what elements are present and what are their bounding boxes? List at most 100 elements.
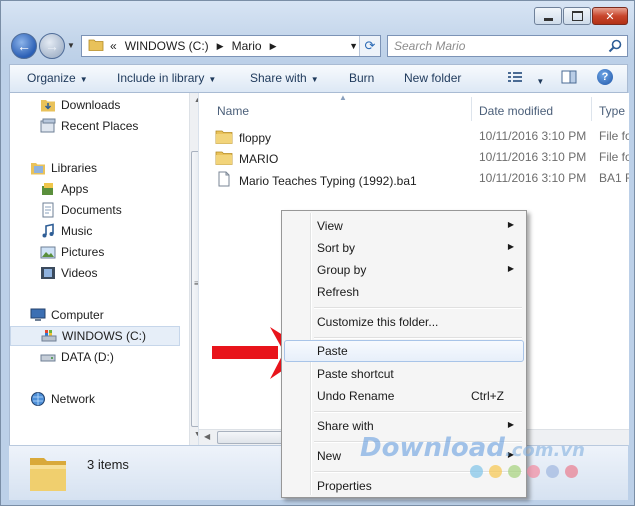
menu-item-refresh[interactable]: Refresh <box>284 281 524 303</box>
breadcrumb-folder[interactable]: Mario <box>232 39 262 53</box>
network-icon <box>30 391 46 407</box>
nav-item-videos[interactable]: Videos <box>40 263 97 283</box>
menu-item-customize[interactable]: Customize this folder... <box>284 311 524 333</box>
downloads-folder-icon <box>40 97 56 113</box>
search-icon[interactable] <box>608 39 622 56</box>
details-view-icon <box>507 72 526 87</box>
item-count: 3 items <box>87 457 129 472</box>
nav-item-documents[interactable]: Documents <box>40 200 122 220</box>
watermark-dots <box>470 465 578 478</box>
search-input[interactable]: Search Mario <box>387 35 628 57</box>
menu-item-label: Sort by <box>317 241 356 255</box>
nav-item-recent-places[interactable]: Recent Places <box>40 116 138 136</box>
column-header-date-modified[interactable]: Date modified <box>479 99 594 123</box>
back-button[interactable]: ← <box>11 33 37 59</box>
menu-separator <box>314 411 522 413</box>
file-type: File fo <box>599 129 629 143</box>
column-divider[interactable] <box>471 97 472 121</box>
file-row[interactable]: floppy 10/11/2016 3:10 PM File fo <box>199 126 629 147</box>
file-type: File fo <box>599 150 629 164</box>
menu-item-paste-shortcut[interactable]: Paste shortcut <box>284 363 524 385</box>
address-bar[interactable]: « WINDOWS (C:) ▶ Mario ▶ ▼ ⟳ <box>81 35 381 57</box>
menu-item-group-by[interactable]: Group by ▶ <box>284 259 524 281</box>
watermark-text: Download <box>360 433 505 463</box>
maximize-button[interactable] <box>563 7 591 25</box>
breadcrumb-drive[interactable]: WINDOWS (C:) <box>125 39 209 53</box>
share-with-label: Share with <box>250 71 307 85</box>
breadcrumb-chevron-icon[interactable]: ▶ <box>270 41 277 52</box>
nav-item-pictures[interactable]: Pictures <box>40 242 104 262</box>
column-divider[interactable] <box>591 97 592 121</box>
recent-pages-dropdown-icon[interactable]: ▼ <box>67 41 75 50</box>
close-button[interactable]: ✕ <box>592 7 628 25</box>
dropdown-arrow-icon: ▼ <box>536 77 545 86</box>
include-in-library-menu[interactable]: Include in library ▼ <box>117 71 216 85</box>
organize-label: Organize <box>27 71 76 85</box>
nav-item-network[interactable]: Network <box>30 389 95 409</box>
nav-item-label: WINDOWS (C:) <box>62 329 146 343</box>
new-folder-button[interactable]: New folder <box>404 71 461 85</box>
nav-item-apps[interactable]: Apps <box>40 179 88 199</box>
view-options-button[interactable]: ▼ <box>507 70 544 87</box>
maximize-icon <box>571 11 583 21</box>
menu-item-paste[interactable]: Paste <box>284 340 524 362</box>
minimize-button[interactable] <box>534 7 562 25</box>
forward-arrow-icon: → <box>45 38 59 54</box>
close-icon: ✕ <box>605 10 615 23</box>
forward-button[interactable]: → <box>39 33 65 59</box>
nav-item-label: Apps <box>61 182 89 196</box>
minimize-icon <box>543 17 553 21</box>
breadcrumb-chevron-icon[interactable]: ▶ <box>217 41 224 52</box>
file-row[interactable]: Mario Teaches Typing (1992).ba1 10/11/20… <box>199 168 629 189</box>
nav-item-computer[interactable]: Computer <box>30 305 104 325</box>
pictures-icon <box>40 244 56 260</box>
menu-item-view[interactable]: View ▶ <box>284 215 524 237</box>
nav-pane-scrollbar[interactable]: ▲ ≡ ▼ <box>189 93 198 445</box>
share-with-menu[interactable]: Share with ▼ <box>250 71 319 85</box>
menu-item-label: Refresh <box>317 285 360 299</box>
menu-item-shortcut: Ctrl+Z <box>471 389 504 403</box>
menu-item-properties[interactable]: Properties <box>284 475 524 497</box>
watermark-dot <box>546 465 559 478</box>
file-date: 10/11/2016 3:10 PM <box>479 171 587 185</box>
nav-item-drive-d[interactable]: DATA (D:) <box>40 347 114 367</box>
menu-item-label: Paste <box>317 344 348 358</box>
refresh-icon[interactable]: ⟳ <box>359 36 380 56</box>
column-header-name[interactable]: Name <box>217 99 472 123</box>
file-row[interactable]: MARIO 10/11/2016 3:10 PM File fo <box>199 147 629 168</box>
documents-icon <box>40 202 56 218</box>
nav-item-label: Music <box>61 224 93 238</box>
include-in-library-label: Include in library <box>117 71 205 85</box>
file-icon <box>215 171 233 190</box>
nav-item-drive-c[interactable]: WINDOWS (C:) <box>10 326 180 346</box>
help-button[interactable]: ? <box>597 69 613 85</box>
column-header-type[interactable]: Type <box>599 99 629 123</box>
file-name: MARIO <box>239 152 279 166</box>
nav-item-label: Videos <box>61 266 98 280</box>
address-overflow[interactable]: « <box>110 39 117 53</box>
watermark-dot <box>470 465 483 478</box>
file-type: BA1 F <box>599 171 629 185</box>
menu-item-label: Undo Rename <box>317 389 395 403</box>
nav-item-libraries[interactable]: Libraries <box>30 158 97 178</box>
scroll-left-arrow-icon[interactable]: ◀ <box>204 432 210 441</box>
watermark-dot <box>565 465 578 478</box>
organize-menu[interactable]: Organize ▼ <box>27 71 88 85</box>
submenu-arrow-icon: ▶ <box>507 242 514 251</box>
menu-item-undo-rename[interactable]: Undo Rename Ctrl+Z <box>284 385 524 407</box>
preview-pane-button[interactable] <box>561 70 577 87</box>
menu-item-label: New <box>317 449 342 463</box>
nav-item-label: Documents <box>61 203 122 217</box>
command-bar: Organize ▼ Include in library ▼ Share with… <box>9 64 628 93</box>
menu-item-label: Customize this folder... <box>317 315 439 329</box>
submenu-arrow-icon: ▶ <box>507 264 514 273</box>
nav-item-label: Downloads <box>61 98 121 112</box>
burn-button[interactable]: Burn <box>349 71 374 85</box>
nav-item-downloads[interactable]: Downloads <box>40 95 120 115</box>
scrollbar-thumb[interactable] <box>191 151 198 427</box>
dropdown-arrow-icon: ▼ <box>310 75 319 84</box>
nav-item-music[interactable]: Music <box>40 221 92 241</box>
watermark-dot <box>489 465 502 478</box>
address-dropdown-icon[interactable]: ▼ <box>349 41 358 51</box>
menu-item-sort-by[interactable]: Sort by ▶ <box>284 237 524 259</box>
